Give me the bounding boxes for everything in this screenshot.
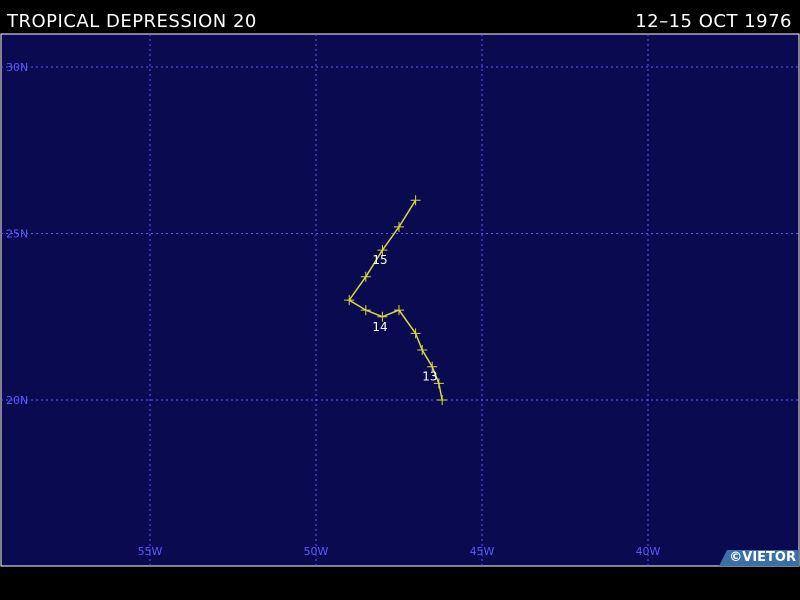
map-background	[0, 33, 800, 567]
lon-label: 40W	[636, 545, 661, 558]
lat-label: 20N	[6, 394, 28, 407]
lat-label: 25N	[6, 228, 28, 241]
lon-label: 55W	[138, 545, 163, 558]
lat-label: 30N	[6, 61, 28, 74]
track-map: 55W 50W 45W 40W 30N 25N 20N 13 14 15	[0, 33, 800, 567]
day-label: 14	[372, 320, 387, 334]
credit-badge: ©VIETOR	[719, 550, 799, 566]
day-label: 15	[372, 253, 387, 267]
lon-label: 50W	[304, 545, 329, 558]
lon-label: 45W	[470, 545, 495, 558]
day-label: 13	[422, 370, 437, 384]
